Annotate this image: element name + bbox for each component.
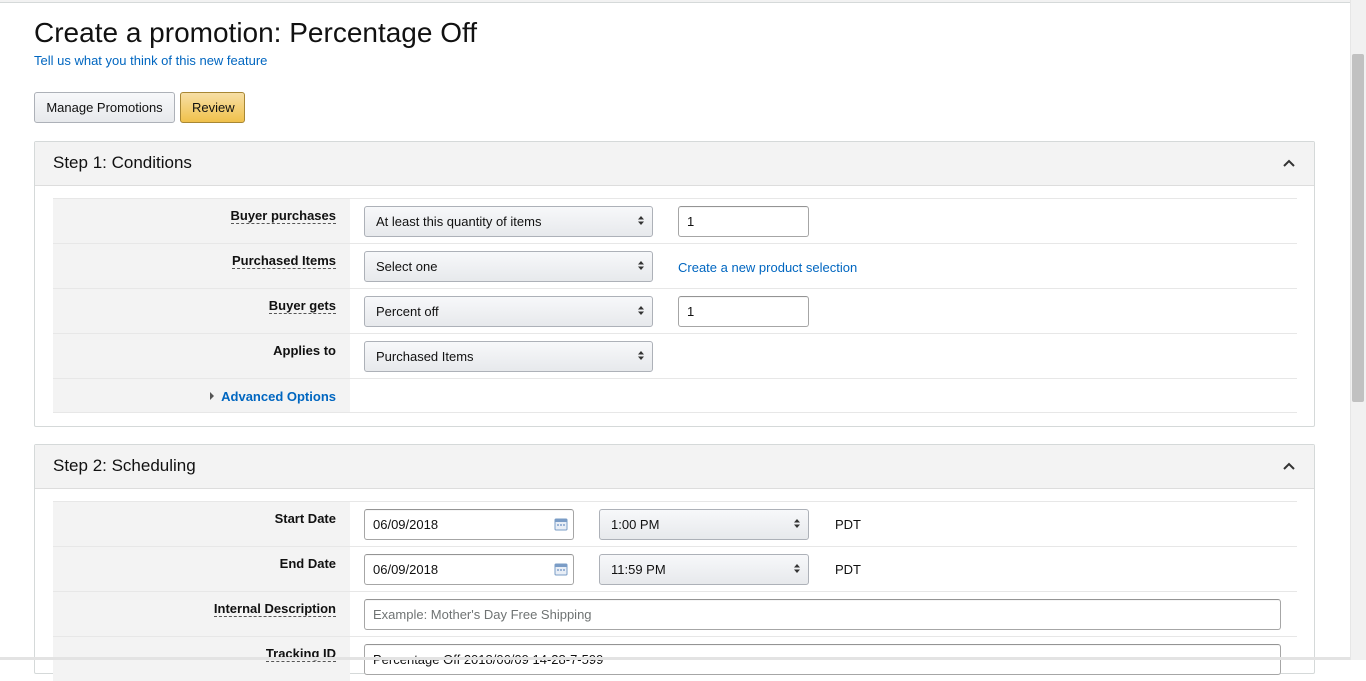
applies-to-select[interactable]: Purchased Items — [364, 341, 653, 372]
internal-description-input[interactable]: Example: Mother's Day Free Shipping — [364, 599, 1281, 630]
page-title: Create a promotion: Percentage Off — [34, 17, 478, 48]
start-time-value: 1:00 PM — [611, 517, 660, 532]
step2-rows: Start Date 06/09/2018 1:00 PM PDT End Da… — [53, 501, 1297, 681]
end-date-input[interactable]: 06/09/2018 — [364, 554, 574, 585]
caret-right-icon — [210, 392, 215, 400]
row-internal-description: Internal Description Example: Mother's D… — [53, 591, 1297, 636]
purchased-items-label: Purchased Items — [231, 253, 336, 269]
feedback-link[interactable]: Tell us what you think of this new featu… — [34, 53, 267, 68]
step2-panel: Step 2: Scheduling Start Date 06/09/2018… — [34, 444, 1315, 681]
internal-description-label: Internal Description — [213, 601, 336, 617]
review-button[interactable]: Review — [180, 92, 245, 123]
top-border — [0, 0, 1350, 3]
end-date-label: End Date — [279, 556, 336, 571]
buyer-gets-select-value: Percent off — [376, 304, 439, 319]
step2-header[interactable]: Step 2: Scheduling — [35, 445, 1314, 489]
up-down-arrow-icon — [794, 510, 800, 539]
chevron-up-icon[interactable] — [1282, 156, 1296, 170]
row-buyer-gets: Buyer gets Percent off 1 — [53, 288, 1297, 333]
end-timezone: PDT — [835, 562, 861, 577]
up-down-arrow-icon — [638, 297, 644, 326]
end-time-value: 11:59 PM — [611, 562, 666, 577]
manage-promotions-button[interactable]: Manage Promotions — [34, 92, 175, 123]
buyer-purchases-select[interactable]: At least this quantity of items — [364, 206, 653, 237]
scrollbar-thumb[interactable] — [1352, 54, 1364, 402]
buyer-purchases-select-value: At least this quantity of items — [376, 214, 542, 229]
up-down-arrow-icon — [794, 555, 800, 584]
start-date-value: 06/09/2018 — [373, 517, 439, 532]
purchased-items-select[interactable]: Select one — [364, 251, 653, 282]
buyer-gets-select[interactable]: Percent off — [364, 296, 653, 327]
row-end-date: End Date 06/09/2018 11:59 PM PDT — [53, 546, 1297, 591]
up-down-arrow-icon — [638, 342, 644, 371]
buyer-gets-label: Buyer gets — [268, 298, 336, 314]
row-advanced-options: Advanced Options — [53, 378, 1297, 413]
create-product-selection-link[interactable]: Create a new product selection — [678, 260, 857, 275]
advanced-options-toggle[interactable]: Advanced Options — [210, 389, 336, 404]
step1-header[interactable]: Step 1: Conditions — [35, 142, 1314, 186]
row-start-date: Start Date 06/09/2018 1:00 PM PDT — [53, 501, 1297, 546]
calendar-icon[interactable] — [554, 562, 568, 576]
step1-rows: Buyer purchases At least this quantity o… — [53, 198, 1297, 413]
applies-to-label: Applies to — [273, 343, 336, 358]
step1-title: Step 1: Conditions — [53, 153, 192, 172]
start-timezone: PDT — [835, 517, 861, 532]
step2-title: Step 2: Scheduling — [53, 456, 196, 475]
up-down-arrow-icon — [638, 252, 644, 281]
step1-panel: Step 1: Conditions Buyer purchases At le… — [34, 141, 1315, 427]
advanced-options-label: Advanced Options — [221, 389, 336, 404]
up-down-arrow-icon — [638, 207, 644, 236]
row-applies-to: Applies to Purchased Items — [53, 333, 1297, 378]
start-date-input[interactable]: 06/09/2018 — [364, 509, 574, 540]
buyer-purchases-label: Buyer purchases — [230, 208, 336, 224]
calendar-icon[interactable] — [554, 517, 568, 531]
start-date-label: Start Date — [274, 511, 336, 526]
buyer-purchases-quantity-input[interactable]: 1 — [678, 206, 809, 237]
end-date-value: 06/09/2018 — [373, 562, 439, 577]
chevron-up-icon[interactable] — [1282, 459, 1296, 473]
start-time-select[interactable]: 1:00 PM — [599, 509, 809, 540]
end-time-select[interactable]: 11:59 PM — [599, 554, 809, 585]
purchased-items-select-value: Select one — [376, 259, 438, 274]
applies-to-select-value: Purchased Items — [376, 349, 474, 364]
buyer-gets-percent-input[interactable]: 1 — [678, 296, 809, 327]
row-buyer-purchases: Buyer purchases At least this quantity o… — [53, 198, 1297, 243]
row-purchased-items: Purchased Items Select one Create a new … — [53, 243, 1297, 288]
